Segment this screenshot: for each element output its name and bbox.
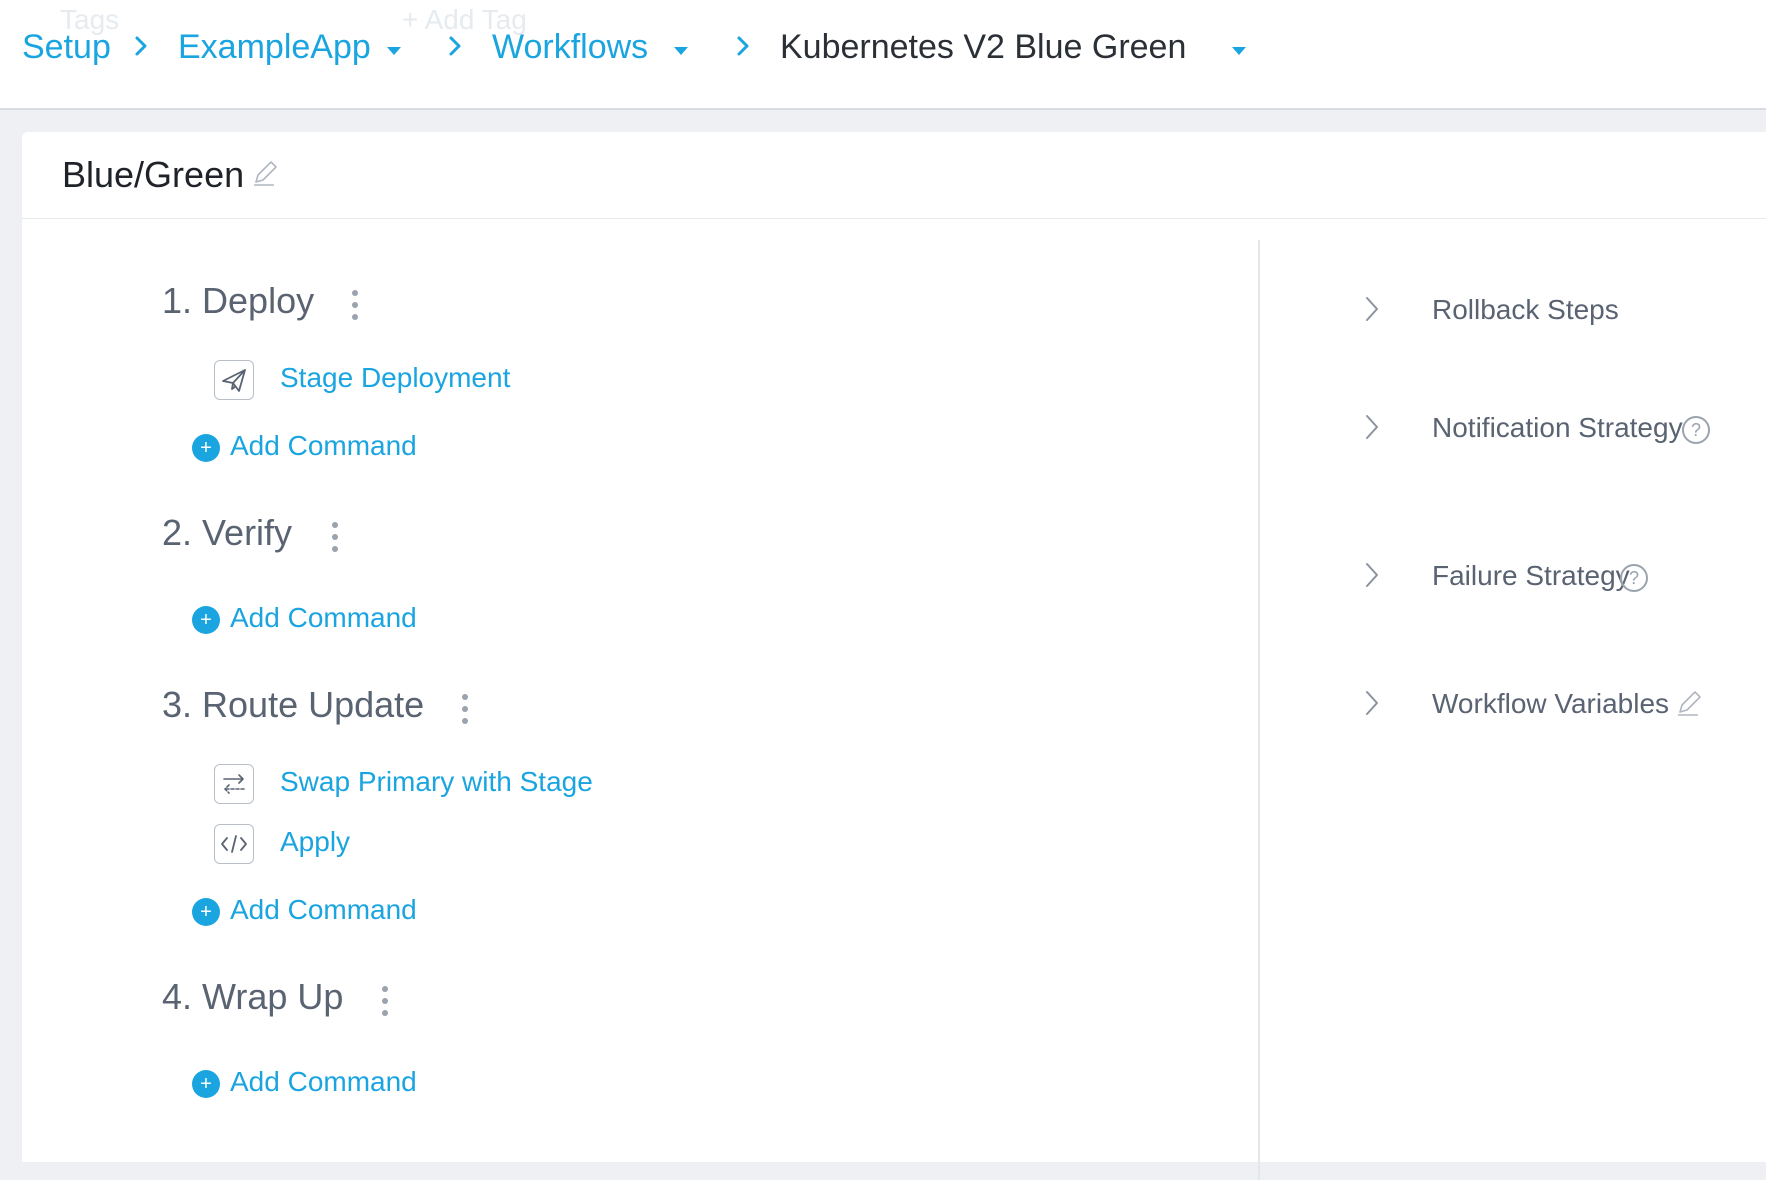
plus-icon: + [192, 606, 220, 634]
kebab-menu-icon[interactable] [332, 522, 338, 552]
breadcrumb-workflows[interactable]: Workflows [492, 28, 648, 67]
pencil-icon[interactable] [1674, 688, 1704, 718]
help-icon[interactable]: ? [1620, 564, 1648, 592]
workflow-title: Blue/Green [62, 154, 245, 195]
step-stage-deployment[interactable]: Stage Deployment [280, 362, 510, 394]
phase-route-update-title: 3. Route Update [162, 684, 425, 725]
step-swap-primary-with-stage[interactable]: Swap Primary with Stage [280, 766, 593, 798]
kebab-menu-icon[interactable] [462, 694, 468, 724]
chevron-right-icon [1366, 691, 1378, 715]
panel-divider [1258, 240, 1260, 1180]
swap-arrows-icon [214, 764, 254, 804]
phase-verify-title: 2. Verify [162, 512, 293, 553]
step-apply[interactable]: Apply [280, 826, 350, 858]
kebab-menu-icon[interactable] [382, 986, 388, 1016]
kebab-menu-icon[interactable] [352, 290, 358, 320]
plus-icon: + [192, 898, 220, 926]
help-icon[interactable]: ? [1682, 416, 1710, 444]
chevron-right-icon [1366, 563, 1378, 587]
paper-plane-icon [214, 360, 254, 400]
plus-icon: + [192, 1070, 220, 1098]
breadcrumb-setup[interactable]: Setup [22, 28, 111, 67]
workflow-card: Blue/Green 1. Deploy Stage Deployment + … [22, 132, 1766, 1180]
code-icon [214, 824, 254, 864]
breadcrumb-app[interactable]: ExampleApp [178, 28, 371, 67]
workflows-dropdown-caret-icon[interactable] [674, 47, 688, 55]
top-bar: Tags + Add Tag Setup ExampleApp Workflow… [0, 0, 1766, 110]
workflow-dropdown-caret-icon[interactable] [1232, 47, 1246, 55]
pencil-icon[interactable] [250, 158, 280, 188]
phase-wrap-up-title: 4. Wrap Up [162, 976, 344, 1017]
chevron-right-icon [1366, 297, 1378, 321]
phase-deploy-title: 1. Deploy [162, 280, 315, 321]
chevron-right-icon [449, 36, 461, 56]
breadcrumb-current-workflow: Kubernetes V2 Blue Green [780, 28, 1187, 66]
chevron-right-icon [737, 36, 749, 56]
chevron-right-icon [1366, 415, 1378, 439]
card-header: Blue/Green [22, 132, 1766, 219]
chevron-right-icon [135, 36, 147, 56]
plus-icon: + [192, 434, 220, 462]
app-dropdown-caret-icon[interactable] [387, 47, 401, 55]
